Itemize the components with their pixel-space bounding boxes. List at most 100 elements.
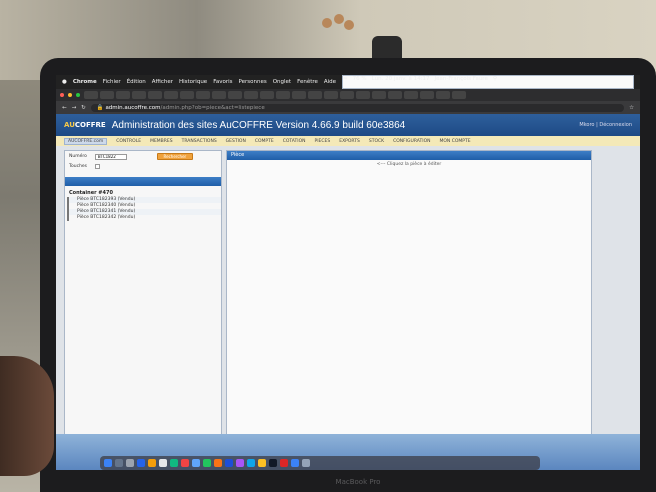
close-window-icon[interactable] <box>60 93 64 97</box>
search-button[interactable]: Rechercher <box>156 153 193 160</box>
safari-icon[interactable] <box>126 459 134 467</box>
browser-tab[interactable] <box>356 91 370 99</box>
chrome-icon[interactable] <box>170 459 178 467</box>
browser-tab[interactable] <box>292 91 306 99</box>
menubar-app-name[interactable]: Chrome <box>73 79 97 85</box>
reload-icon[interactable]: ↻ <box>81 105 86 111</box>
nav-configuration[interactable]: CONFIGURATION <box>393 139 430 144</box>
app-icon[interactable] <box>181 459 189 467</box>
app-title: Administration des sites AuCOFFRE Versio… <box>111 119 406 131</box>
apple-icon[interactable]: ● <box>62 79 67 85</box>
battery-level[interactable]: 76 % <box>353 76 367 88</box>
mac-menubar: ● Chrome Fichier Édition Afficher Histor… <box>56 75 640 89</box>
app-logo[interactable]: AUCOFFRE <box>64 121 106 129</box>
browser-tab[interactable] <box>340 91 354 99</box>
browser-tab[interactable] <box>132 91 146 99</box>
search-icon[interactable]: ⚲ <box>493 76 497 88</box>
app-store-icon[interactable] <box>137 459 145 467</box>
notes-icon[interactable] <box>159 459 167 467</box>
nav-mon-compte[interactable]: MON COMPTE <box>440 139 471 144</box>
list-item[interactable]: Pièce BTC182342 (Vendu) <box>67 215 221 221</box>
app-window: AUCOFFRE Administration des sites AuCOFF… <box>56 114 640 470</box>
hand <box>0 356 54 476</box>
menu-personnes[interactable]: Personnes <box>239 79 267 85</box>
browser-tab[interactable] <box>196 91 210 99</box>
browser-tab[interactable] <box>388 91 402 99</box>
launchpad-icon[interactable] <box>115 459 123 467</box>
browser-tab[interactable] <box>100 91 114 99</box>
finder-icon[interactable] <box>104 459 112 467</box>
browser-tab[interactable] <box>84 91 98 99</box>
menu-historique[interactable]: Historique <box>179 79 207 85</box>
nav-controle[interactable]: CONTROLE <box>116 139 141 144</box>
nav-stock[interactable]: STOCK <box>369 139 384 144</box>
trash-icon[interactable] <box>302 459 310 467</box>
app-icon[interactable] <box>214 459 222 467</box>
menu-afficher[interactable]: Afficher <box>152 79 173 85</box>
url-host: admin.aucoffre.com <box>105 104 161 111</box>
menu-favoris[interactable]: Favoris <box>213 79 232 85</box>
app-icon[interactable] <box>269 459 277 467</box>
app-icon[interactable] <box>192 459 200 467</box>
main-nav: AUCOFFRE.com CONTROLE MEMBRES TRANSACTIO… <box>56 136 640 146</box>
laptop-brand: MacBook Pro <box>335 478 381 486</box>
app-icon[interactable] <box>258 459 266 467</box>
menu-fenetre[interactable]: Fenêtre <box>297 79 318 85</box>
nav-membres[interactable]: MEMBRES <box>150 139 173 144</box>
user-logout-link[interactable]: Mkoro | Déconnexion <box>579 122 632 128</box>
forward-icon[interactable]: → <box>72 105 77 111</box>
browser-tab[interactable] <box>404 91 418 99</box>
zoom-window-icon[interactable] <box>76 93 80 97</box>
user-name[interactable]: Jean-François Faure <box>435 76 488 88</box>
app-icon[interactable] <box>247 459 255 467</box>
app-icon[interactable] <box>280 459 288 467</box>
content-area: Numéro Rechercher Touches Container #470… <box>64 150 592 455</box>
browser-tab[interactable] <box>324 91 338 99</box>
bookmark-star-icon[interactable]: ☆ <box>629 105 634 111</box>
browser-tab[interactable] <box>212 91 226 99</box>
browser-tab[interactable] <box>420 91 434 99</box>
browser-tab[interactable] <box>116 91 130 99</box>
touches-checkbox[interactable] <box>95 164 101 169</box>
clock[interactable]: Lun. 20 janv. à 14:17 <box>372 76 430 88</box>
browser-tab[interactable] <box>436 91 450 99</box>
browser-tab[interactable] <box>452 91 466 99</box>
nav-gestion[interactable]: GESTION <box>226 139 246 144</box>
browser-tab[interactable] <box>164 91 178 99</box>
app-icon[interactable] <box>225 459 233 467</box>
piece-panel-hint: <--- Cliquez la pièce à éditer <box>376 162 442 167</box>
nav-compte[interactable]: COMPTE <box>255 139 274 144</box>
numero-label: Numéro <box>69 154 87 159</box>
nav-pieces[interactable]: PIECES <box>315 139 331 144</box>
nav-aucoffre[interactable]: AUCOFFRE.com <box>64 137 108 145</box>
messages-icon[interactable] <box>203 459 211 467</box>
browser-tab[interactable] <box>372 91 386 99</box>
browser-tabstrip <box>56 89 640 101</box>
address-bar: ← → ↻ 🔒 admin.aucoffre.com/admin.php?ob=… <box>56 101 640 114</box>
browser-tab[interactable] <box>244 91 258 99</box>
browser-tab[interactable] <box>276 91 290 99</box>
menu-fichier[interactable]: Fichier <box>103 79 121 85</box>
browser-tab[interactable] <box>228 91 242 99</box>
app-icon[interactable] <box>236 459 244 467</box>
url-field[interactable]: 🔒 admin.aucoffre.com/admin.php?ob=piece&… <box>90 103 625 112</box>
menu-edition[interactable]: Édition <box>127 79 146 85</box>
piece-panel-header: Pièce <box>227 151 591 160</box>
nav-exports[interactable]: EXPORTS <box>339 139 360 144</box>
app-icon[interactable] <box>291 459 299 467</box>
menu-aide[interactable]: Aide <box>324 79 336 85</box>
numero-input[interactable] <box>94 153 127 160</box>
minimize-window-icon[interactable] <box>68 93 72 97</box>
mac-dock <box>100 456 540 470</box>
calendar-icon[interactable] <box>148 459 156 467</box>
piece-panel: Pièce <--- Cliquez la pièce à éditer <box>226 150 592 455</box>
browser-tab[interactable] <box>308 91 322 99</box>
wifi-icon[interactable]: ≈ <box>343 76 348 88</box>
browser-tab[interactable] <box>260 91 274 99</box>
browser-tab[interactable] <box>180 91 194 99</box>
browser-tab[interactable] <box>148 91 162 99</box>
back-icon[interactable]: ← <box>62 105 67 111</box>
menu-onglet[interactable]: Onglet <box>273 79 291 85</box>
nav-cotation[interactable]: COTATION <box>283 139 306 144</box>
nav-transactions[interactable]: TRANSACTIONS <box>182 139 217 144</box>
